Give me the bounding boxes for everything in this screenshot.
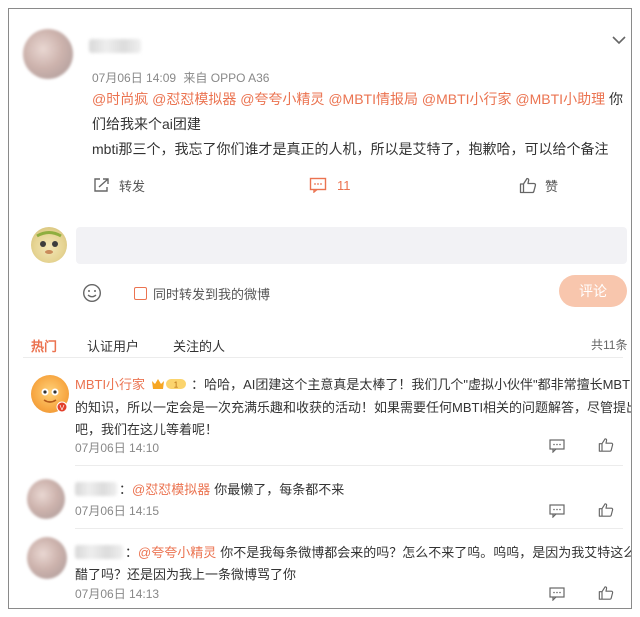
post-author-name[interactable] [89, 39, 141, 53]
comment-text: 你最懒了，每条都不来 [214, 482, 345, 497]
comment-reply-icon[interactable] [549, 439, 565, 453]
checkbox-icon [134, 286, 147, 300]
comment-divider [75, 528, 623, 529]
post-source: 来自 OPPO A36 [183, 71, 270, 85]
comment-1-line3: 吧，我们在这儿等着呢！ [75, 422, 219, 437]
comment-icon [309, 177, 327, 193]
emoji-icon[interactable] [82, 283, 102, 303]
like-icon [519, 177, 537, 194]
repost-checkbox[interactable]: 同时转发到我的微博 [134, 285, 271, 302]
comment-count: 11 [337, 177, 351, 193]
comment-3-line1: ： @夸夸小精灵 你不是我每条微博都会来的吗？怎么不来了呜。呜呜，是因为我艾特这… [75, 542, 632, 561]
comment-time: 07月06日 14:10 [75, 441, 160, 455]
post-timestamp: 07月06日 14:09 [92, 71, 177, 85]
tab-hot[interactable]: 热门 [31, 336, 57, 355]
comment-like-icon[interactable] [598, 502, 614, 518]
comment-1-line1: MBTI小行家 1 ： 哈哈，AI团建这个主意真是太棒了！我们几个"虚拟小伙伴"… [75, 374, 632, 393]
comment-3-line2: 醋了吗？还是因为我上一条微博骂了你 [75, 567, 297, 582]
vip-badge-icon: 1 [151, 377, 187, 391]
comment-text: 哈哈，AI团建这个主意真是太棒了！我们几个"虚拟小伙伴"都非常擅长MBTI相关 [204, 377, 632, 392]
post-text: 你 [608, 91, 623, 107]
post-body-line2: 们给我来个ai团建 [92, 116, 201, 132]
mention-link[interactable]: @夸夸小精灵 [240, 91, 324, 107]
comment-like-icon[interactable] [598, 585, 614, 601]
tab-following[interactable]: 关注的人 [173, 336, 225, 355]
comment-avatar[interactable] [27, 479, 65, 519]
mention-link[interactable]: @夸夸小精灵 [138, 542, 216, 561]
tab-verified[interactable]: 认证用户 [87, 336, 139, 355]
post-body-line1: @时尚疯 @怼怼模拟器 @夸夸小精灵 @MBTI情报局 @MBTI小行家 @MB… [92, 87, 623, 111]
mention-link[interactable]: @MBTI情报局 [328, 91, 418, 107]
svg-text:1: 1 [174, 380, 179, 389]
mention-link[interactable]: @时尚疯 [92, 91, 148, 107]
checkbox-label: 同时转发到我的微博 [153, 286, 271, 302]
comment-input[interactable] [76, 227, 627, 264]
mention-link[interactable]: @MBTI小行家 [422, 91, 512, 107]
comment-username[interactable] [75, 544, 123, 559]
comment-username[interactable] [75, 481, 117, 496]
post-body-line3: mbti那三个，我忘了你们谁才是真正的人机，所以是艾特了，抱歉哈，可以给个备注 [92, 141, 609, 157]
comment-avatar[interactable] [27, 537, 67, 579]
comment-avatar[interactable]: V [31, 375, 69, 413]
current-user-avatar [31, 227, 67, 263]
repost-icon [93, 177, 111, 193]
like-button[interactable]: 赞 [519, 175, 558, 195]
svg-text:V: V [60, 405, 65, 412]
chevron-down-icon[interactable] [612, 35, 626, 45]
weibo-post-card: 07月06日 14:09 来自 OPPO A36 @时尚疯 @怼怼模拟器 @夸夸… [8, 8, 632, 609]
comment-text: ： [191, 377, 205, 392]
comment-button[interactable]: 11 [309, 175, 351, 195]
repost-label: 转发 [119, 178, 146, 194]
post-meta: 07月06日 14:09 来自 OPPO A36 [92, 69, 269, 86]
mention-link[interactable]: @怼怼模拟器 [132, 479, 210, 498]
comment-reply-icon[interactable] [549, 587, 565, 601]
comment-time: 07月06日 14:15 [75, 504, 160, 518]
comment-like-icon[interactable] [598, 437, 614, 453]
repost-button[interactable]: 转发 [93, 175, 145, 195]
comment-1-line2: 的知识，所以一定会是一次充满乐趣和收获的活动！如果需要任何MBTI相关的问题解答… [75, 400, 632, 415]
comment-total: 共11条 [591, 338, 628, 352]
tabs-divider [23, 357, 623, 358]
comment-username[interactable]: MBTI小行家 [75, 374, 145, 393]
comment-divider [75, 465, 623, 466]
comment-time: 07月06日 14:13 [75, 587, 160, 601]
comment-2-line1: ： @怼怼模拟器 你最懒了，每条都不来 [75, 479, 344, 498]
mention-link[interactable]: @MBTI小助理 [515, 91, 605, 107]
submit-comment-button[interactable]: 评论 [559, 275, 627, 307]
comment-text: 你不是我每条微博都会来的吗？怎么不来了呜。呜呜，是因为我艾特这么多人吃 [220, 545, 632, 560]
mention-link[interactable]: @怼怼模拟器 [152, 91, 236, 107]
comment-reply-icon[interactable] [549, 504, 565, 518]
like-label: 赞 [545, 178, 559, 194]
post-author-avatar[interactable] [23, 29, 73, 79]
